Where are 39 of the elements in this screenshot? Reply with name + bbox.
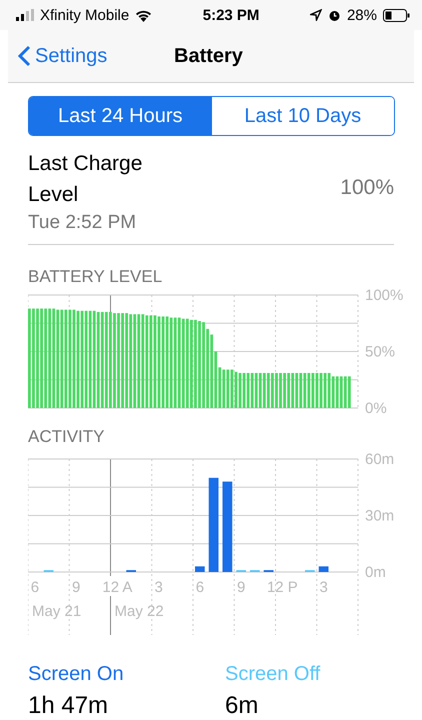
wifi-icon [135,8,152,22]
last-charge-label: Last Charge Level [28,151,144,208]
axis-label: 3 [319,579,328,596]
location-arrow-icon [310,9,322,21]
screen-title: Battery [174,44,243,68]
axis-label: 6 [30,579,40,596]
activity-bar [318,566,328,572]
duration-value: 1h 47m [28,692,110,720]
axis-label: 30m [365,508,394,524]
axis-label: 3 [154,579,163,596]
battery-percent: 28% [346,6,377,24]
last-charge-time: Tue 2:52 PM [28,212,138,234]
legend-label: Screen On [28,663,125,686]
axis-label: 100% [365,287,404,304]
axis-label: 9 [236,579,246,596]
section-header: BATTERY LEVEL [28,267,164,287]
axis-label: 0% [365,400,387,415]
axis-label: 6 [196,579,204,596]
duration-value: 6m [225,692,260,720]
clock-time: 5:23 PM [202,6,260,24]
axis-label: 9 [72,579,80,596]
legend-label: Screen Off [225,663,322,686]
axis-label: 60m [365,451,394,468]
chevron-left-icon [18,45,31,67]
date-label: May 21 [32,603,82,620]
axis-label: 12 A [102,579,132,596]
axis-label: 0m [365,564,386,581]
battery-icon [383,8,410,22]
section-header: ACTIVITY [28,427,106,447]
last-charge-value: 100% [340,176,394,201]
axis-label: 12 P [266,579,298,596]
segment-tab[interactable]: Last 24 Hours [29,97,212,135]
alarm-clock-icon [328,8,341,22]
axis-label: 50% [365,344,396,360]
activity-bar [195,566,205,572]
carrier-name: Xfinity Mobile [40,6,130,24]
date-label: May 22 [114,603,164,620]
back-button[interactable]: Settings [8,44,114,68]
signal-icon [16,9,34,21]
